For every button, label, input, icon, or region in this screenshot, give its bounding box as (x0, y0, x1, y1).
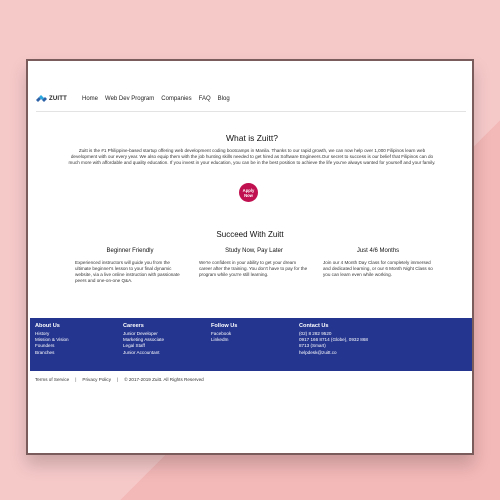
apply-now-button[interactable]: Apply Now (239, 183, 258, 202)
terms-link[interactable]: Terms of Service (35, 377, 69, 382)
about-title: What is Zuitt? (226, 133, 278, 143)
feature-beginner-friendly: Beginner Friendly Experienced instructor… (75, 248, 185, 284)
privacy-link[interactable]: Privacy Policy (82, 377, 111, 382)
about-section: What is Zuitt? Zuitt is the #1 Philippin… (68, 133, 436, 166)
footer-col-title: Careers (123, 323, 144, 329)
footer-col-title: Follow Us (211, 323, 238, 329)
nav-home[interactable]: Home (82, 96, 98, 102)
feature-just-4-6-months: Just 4/6 Months Join our 4 Month Day Cla… (323, 248, 433, 284)
footer-col-title: About Us (35, 323, 60, 329)
nav-companies[interactable]: Companies (161, 96, 191, 102)
separator: | (75, 377, 77, 382)
zuitt-logo-icon (36, 95, 47, 102)
about-body: Zuitt is the #1 Philippine-based startup… (68, 148, 436, 165)
succeed-title: Succeed With Zuitt (216, 230, 284, 239)
feature-text: We're confident in your ability to get y… (199, 260, 308, 277)
footer-link-junior-accountant[interactable]: Junior Accountant (123, 350, 211, 356)
nav-faq[interactable]: FAQ (199, 96, 211, 102)
apply-line-2: Now (244, 192, 253, 198)
feature-title: Beginner Friendly (106, 248, 154, 254)
bottom-bar: Terms of Service | Privacy Policy | © 20… (35, 377, 465, 382)
features-row: Beginner Friendly Experienced instructor… (75, 248, 435, 284)
site-footer: About Us History Mission & Vision Founde… (30, 318, 472, 371)
browser-frame: ZUITT Home Web Dev Program Companies FAQ… (26, 59, 474, 455)
separator: | (117, 377, 119, 382)
footer-link-branches[interactable]: Branches (35, 350, 123, 356)
top-nav: ZUITT Home Web Dev Program Companies FAQ… (36, 91, 466, 112)
footer-link-linkedin[interactable]: LinkedIn (211, 337, 299, 343)
feature-text: Experienced instructors will guide you f… (75, 260, 180, 283)
copyright-text: © 2017-2019 Zuitt. All Rights Reserved (124, 377, 204, 382)
footer-col-careers: Careers Junior Developer Marketing Assoc… (123, 323, 211, 356)
feature-study-now-pay-later: Study Now, Pay Later We're confident in … (199, 248, 309, 284)
feature-title: Just 4/6 Months (356, 248, 400, 254)
footer-col-title: Contact Us (299, 323, 329, 329)
footer-col-about: About Us History Mission & Vision Founde… (35, 323, 123, 356)
footer-col-follow: Follow Us Facebook LinkedIn (211, 323, 299, 356)
feature-title: Study Now, Pay Later (225, 248, 283, 254)
feature-text: Join our 4 Month Day Class for completel… (323, 260, 433, 277)
footer-col-contact: Contact Us (02) 8 282 9520 0917 166 8714… (299, 323, 439, 356)
logo-text: ZUITT (49, 96, 67, 102)
contact-email[interactable]: helpdesk@zuitt.co (299, 350, 439, 356)
nav-web-dev-program[interactable]: Web Dev Program (105, 96, 154, 102)
zuitt-logo[interactable]: ZUITT (36, 95, 67, 103)
nav-blog[interactable]: Blog (218, 96, 230, 102)
